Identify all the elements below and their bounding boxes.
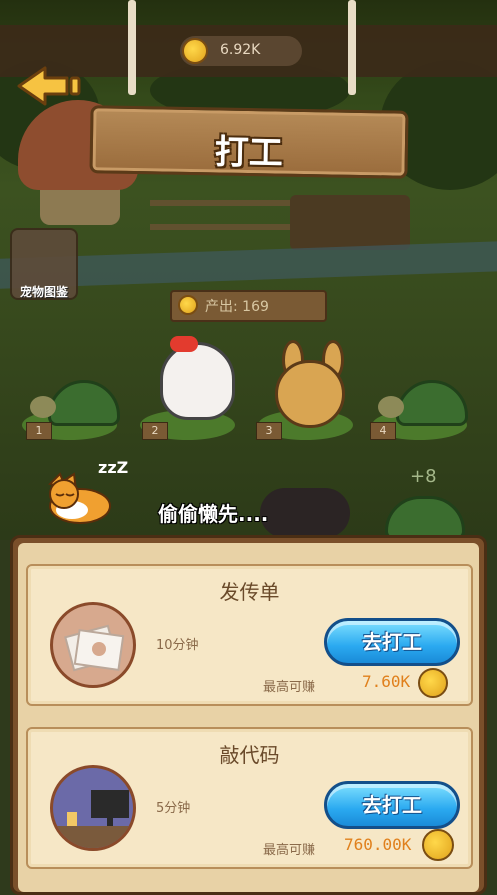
job-duration: 10分钟 bbox=[156, 638, 199, 653]
rabbit-pet[interactable] bbox=[275, 360, 345, 428]
job-card: 敲代码 5分钟 去打工 最高可赚 760.00K bbox=[26, 727, 473, 869]
chicken-comb bbox=[170, 336, 198, 352]
turtle-shell bbox=[48, 380, 120, 426]
computer-icon bbox=[50, 765, 136, 851]
coin-value: 6.92K bbox=[220, 42, 261, 58]
sign-rope bbox=[128, 0, 136, 95]
turtle-head bbox=[378, 396, 404, 418]
chicken-pet[interactable] bbox=[160, 342, 235, 420]
max-earn-label: 最高可赚 bbox=[263, 680, 316, 695]
coin-icon bbox=[178, 295, 198, 315]
go-work-button[interactable]: 去打工 bbox=[324, 618, 460, 666]
back-button[interactable] bbox=[15, 64, 87, 108]
back-arrow-icon bbox=[17, 66, 81, 106]
slot-number-tag: 1 bbox=[26, 422, 52, 440]
pet-book-label[interactable]: 宠物图鉴 bbox=[10, 283, 78, 300]
sleep-zzz: zzZ bbox=[98, 458, 129, 477]
max-earn-value: 7.60K bbox=[362, 672, 411, 691]
job-title: 发传单 bbox=[219, 580, 280, 604]
fence bbox=[150, 200, 300, 230]
slot-number-tag: 4 bbox=[370, 422, 396, 440]
flyers-icon bbox=[50, 602, 136, 688]
turtle-pet[interactable] bbox=[385, 496, 465, 540]
turtle-shell bbox=[396, 380, 468, 426]
job-title: 敲代码 bbox=[219, 743, 280, 767]
bonus-indicator: +8 bbox=[410, 466, 437, 487]
sleeping-fox[interactable] bbox=[42, 470, 112, 525]
output-value: 产出: 169 bbox=[205, 299, 269, 315]
sign-rope bbox=[348, 0, 356, 95]
slot-number-tag: 2 bbox=[142, 422, 168, 440]
coin-icon bbox=[418, 668, 448, 698]
slot-number-tag: 3 bbox=[256, 422, 282, 440]
sleep-message: 偷偷懒先.... bbox=[158, 502, 269, 526]
page-title: 打工 bbox=[214, 132, 284, 174]
go-work-button[interactable]: 去打工 bbox=[324, 781, 460, 829]
title-sign: 打工 bbox=[89, 105, 409, 179]
turtle-head bbox=[30, 396, 56, 418]
max-earn-label: 最高可赚 bbox=[263, 843, 316, 858]
boar-pet[interactable] bbox=[260, 488, 350, 538]
max-earn-value: 760.00K bbox=[344, 835, 412, 854]
job-duration: 5分钟 bbox=[156, 801, 191, 816]
farm-plot bbox=[290, 195, 410, 250]
coin-icon bbox=[422, 829, 454, 861]
coin-icon bbox=[182, 38, 208, 64]
job-card: 发传单 10分钟 去打工 最高可赚 7.60K bbox=[26, 564, 473, 706]
